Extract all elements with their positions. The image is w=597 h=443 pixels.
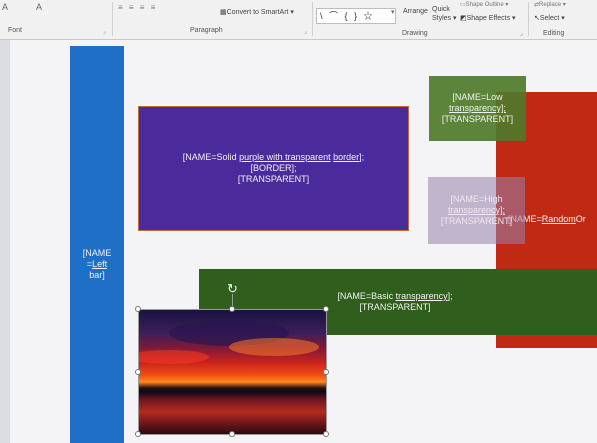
low-label-line2: transparency]; xyxy=(448,103,507,113)
left-bar-label-line2: =Left xyxy=(86,259,108,269)
basic-label-line2: [TRANSPARENT] xyxy=(359,302,431,312)
shape-outline-button[interactable]: ▭ Shape Outline ▾ xyxy=(460,1,508,8)
paragraph-launcher-icon[interactable]: ⌟ xyxy=(304,28,307,35)
arrange-button[interactable]: Arrange xyxy=(403,8,428,15)
low-label-line1: [NAME=Low xyxy=(452,92,503,102)
paragraph-align-icons[interactable]: ≡ ≡ ≡ ≡ xyxy=(118,3,157,12)
convert-to-smartart-button[interactable]: ▦ Convert to SmartArt ▾ xyxy=(220,8,294,16)
random-link: Random xyxy=(541,213,576,224)
shapes-gallery[interactable]: \ ⌒ { } ☆ xyxy=(316,8,396,24)
ribbon-separator xyxy=(528,2,529,36)
resize-handle-ne[interactable] xyxy=(323,306,329,312)
group-label-drawing: Drawing xyxy=(402,30,428,37)
low-transparency-shape[interactable]: [NAME=Low transparency]; [TRANSPARENT] xyxy=(429,76,526,141)
resize-handle-sw[interactable] xyxy=(135,431,141,437)
shape-effects-button[interactable]: ◩ Shape Effects ▾ xyxy=(460,14,516,22)
quick-styles-button[interactable]: Quick Styles ▾ xyxy=(432,5,462,23)
ribbon-separator xyxy=(112,2,113,36)
group-label-paragraph: Paragraph xyxy=(190,27,223,34)
left-bar-shape[interactable]: [NAME =Left bar] xyxy=(70,46,124,443)
shape-effects-icon: ◩ xyxy=(460,15,467,22)
group-label-editing: Editing xyxy=(543,30,565,37)
ribbon-separator xyxy=(312,2,313,36)
font-size-glyph[interactable]: A xyxy=(2,2,8,12)
high-transparency-shape[interactable]: [NAME=High transparency]; [TRANSPARENT] xyxy=(428,177,525,244)
basic-label-line1: [NAME=Basic transparency]; xyxy=(337,291,453,301)
rotate-handle-icon[interactable]: ↻ xyxy=(225,281,240,296)
low-label-line3: [TRANSPARENT] xyxy=(441,114,514,124)
high-label-line1: [NAME=High xyxy=(450,194,503,204)
purple-label-line1: [NAME=Solid purple with transparent bord… xyxy=(182,152,365,162)
high-label-line3: [TRANSPARENT] xyxy=(440,216,513,226)
font-color-button[interactable]: A xyxy=(36,2,42,12)
font-launcher-icon[interactable]: ⌟ xyxy=(103,28,106,35)
resize-handle-w[interactable] xyxy=(135,369,141,375)
left-bar-link: Left xyxy=(92,259,108,269)
drawing-launcher-icon[interactable]: ⌟ xyxy=(520,30,523,37)
resize-handle-e[interactable] xyxy=(323,369,329,375)
purple-label-line3: [TRANSPARENT] xyxy=(237,174,310,184)
replace-button[interactable]: ⇄ Replace ▾ xyxy=(534,1,566,8)
selection-frame xyxy=(138,309,327,435)
smartart-icon: ▦ xyxy=(220,9,227,16)
resize-handle-nw[interactable] xyxy=(135,306,141,312)
gallery-more-icon[interactable]: ▾ xyxy=(391,8,395,16)
group-label-font: Font xyxy=(8,27,23,34)
resize-handle-n[interactable] xyxy=(229,306,235,312)
powerpoint-window: A A ≡ ≡ ≡ ≡ Font ⌟ ▦ Convert to SmartArt… xyxy=(0,0,597,443)
left-bar-label-line1: [NAME xyxy=(82,248,112,258)
high-label-line2: transparency]; xyxy=(447,205,506,215)
resize-handle-s[interactable] xyxy=(229,431,235,437)
select-button[interactable]: ↖ Select ▾ xyxy=(534,14,565,22)
left-bar-label-line3: bar] xyxy=(89,270,105,280)
ribbon: A A ≡ ≡ ≡ ≡ Font ⌟ ▦ Convert to SmartArt… xyxy=(0,0,597,40)
purple-box-shape[interactable]: [NAME=Solid purple with transparent bord… xyxy=(138,106,409,231)
purple-label-line2: [BORDER]; xyxy=(250,163,297,173)
resize-handle-se[interactable] xyxy=(323,431,329,437)
